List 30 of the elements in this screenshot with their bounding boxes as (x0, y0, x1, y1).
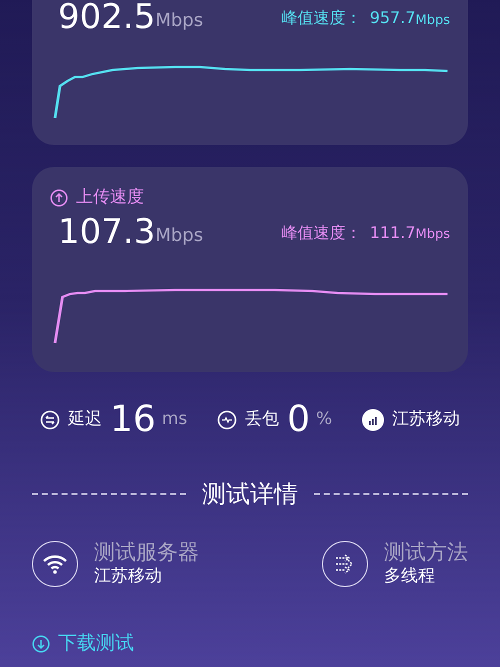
detail-label: 测试方法 (384, 540, 468, 566)
speed-value: 107.3 (58, 214, 156, 248)
packet-loss-icon (217, 410, 238, 430)
download-icon (32, 634, 50, 653)
unit-label: Mbps (416, 226, 450, 244)
signal-icon (362, 409, 384, 431)
unit-label: ms (162, 408, 188, 432)
stat-value: 0 (287, 402, 310, 438)
unit-label: Mbps (416, 12, 450, 30)
upload-icon (50, 188, 68, 207)
stat-label: 丢包 (245, 408, 280, 432)
section-heading: 下载测试 (58, 631, 134, 656)
peak-label: 峰值速度： (282, 222, 362, 244)
peak-label: 峰值速度： (282, 7, 362, 29)
unit-label: Mbps (155, 9, 204, 33)
section-title: 测试详情 (202, 479, 298, 510)
speed-value: 902.5 (58, 0, 156, 34)
detail-value: 江苏移动 (94, 565, 163, 588)
carrier-name: 江苏移动 (392, 408, 460, 432)
stat-label: 延迟 (68, 408, 102, 432)
latency-icon (40, 410, 60, 430)
detail-value: 多线程 (384, 565, 436, 588)
unit-label: Mbps (155, 224, 204, 248)
peak-value: 111.7 (370, 222, 416, 244)
peak-value: 957.7 (370, 7, 416, 29)
stat-value: 16 (110, 402, 156, 438)
unit-label: % (316, 408, 332, 432)
wifi-icon (42, 552, 68, 575)
detail-label: 测试服务器 (94, 540, 199, 566)
upload-speed-title: 上传速度 (76, 186, 144, 209)
